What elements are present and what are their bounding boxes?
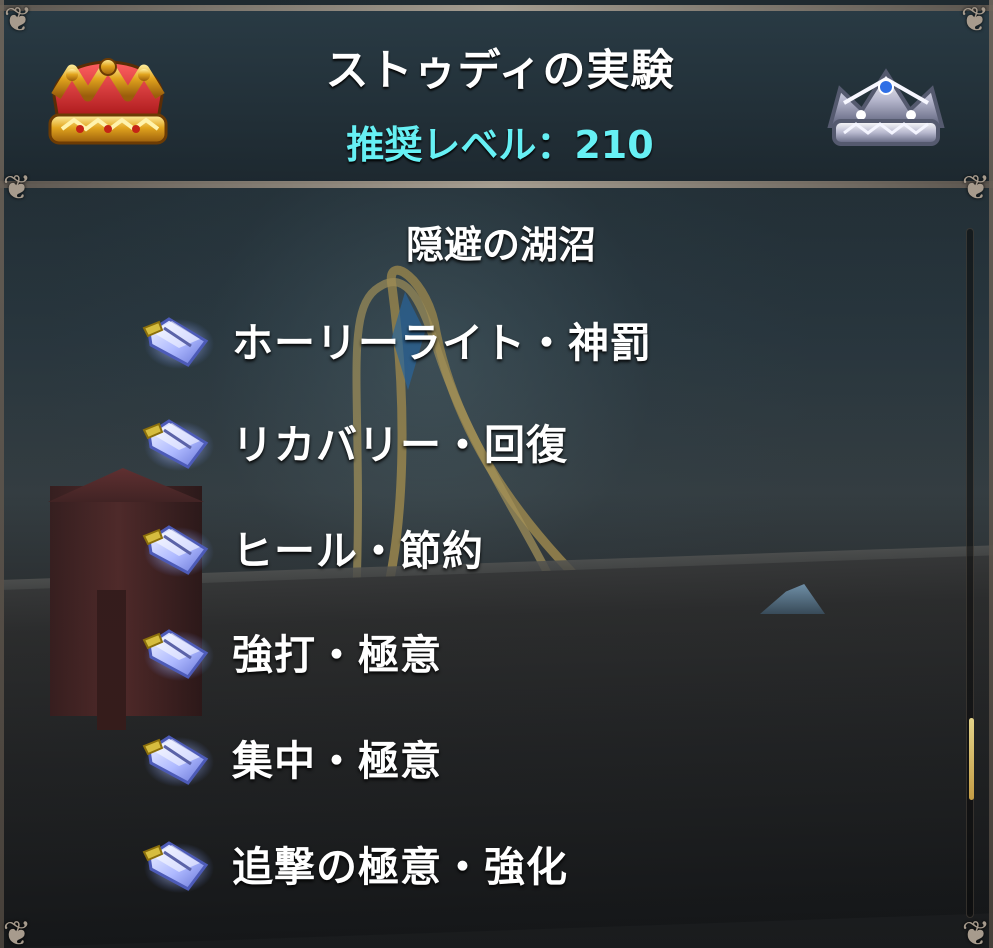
corner-ornament-icon: ❦: [2, 168, 32, 208]
recommended-level-label: 推奨レベル: [346, 123, 537, 167]
header-separator-border: [0, 181, 993, 188]
recommended-level: 推奨レベル：210: [240, 118, 760, 172]
list-item: 強打・極意: [136, 618, 826, 692]
list-item-label: 強打・極意: [232, 631, 442, 679]
scrollbar-track[interactable]: [966, 228, 974, 918]
skill-book-icon: [142, 629, 214, 681]
right-frame-border: [989, 0, 993, 948]
silver-crown-icon: [827, 68, 945, 146]
list-item: 追撃の極意・強化: [136, 830, 826, 904]
corner-ornament-icon: ❦: [3, 0, 33, 40]
list-item-label: 追撃の極意・強化: [232, 843, 568, 891]
recommended-level-separator: ：: [536, 123, 575, 167]
list-item: 集中・極意: [136, 724, 826, 798]
recommended-level-value: 210: [574, 123, 654, 167]
corner-ornament-icon: ❦: [961, 914, 991, 948]
scrollbar-thumb[interactable]: [969, 718, 974, 800]
list-item: リカバリー・回復: [136, 408, 826, 482]
list-item: ホーリーライト・神罰: [136, 306, 826, 380]
skill-book-icon: [142, 525, 214, 577]
left-frame-border: [0, 0, 4, 948]
corner-ornament-icon: ❦: [2, 914, 32, 948]
section-title: 隠避の湖沼: [405, 223, 596, 267]
list-item-label: ホーリーライト・神罰: [232, 319, 652, 367]
quest-detail-screen: ❦ ❦ ❦ ❦ ❦ ❦ ストゥディの実験 推奨レベル：210 隠避の湖沼 ホーリ…: [0, 0, 993, 948]
gold-crown-icon: [48, 58, 168, 145]
list-item: ヒール・節約: [136, 514, 826, 588]
skill-book-icon: [142, 735, 214, 787]
skill-book-icon: [142, 841, 214, 893]
list-item-label: 集中・極意: [232, 737, 442, 785]
list-item-label: ヒール・節約: [232, 527, 484, 575]
list-item-label: リカバリー・回復: [232, 421, 568, 469]
corner-ornament-icon: ❦: [961, 168, 991, 208]
corner-ornament-icon: ❦: [960, 0, 990, 40]
quest-title: ストゥディの実験: [325, 46, 675, 96]
skill-book-icon: [142, 317, 214, 369]
top-frame-border: [0, 5, 993, 11]
skill-book-icon: [142, 419, 214, 471]
